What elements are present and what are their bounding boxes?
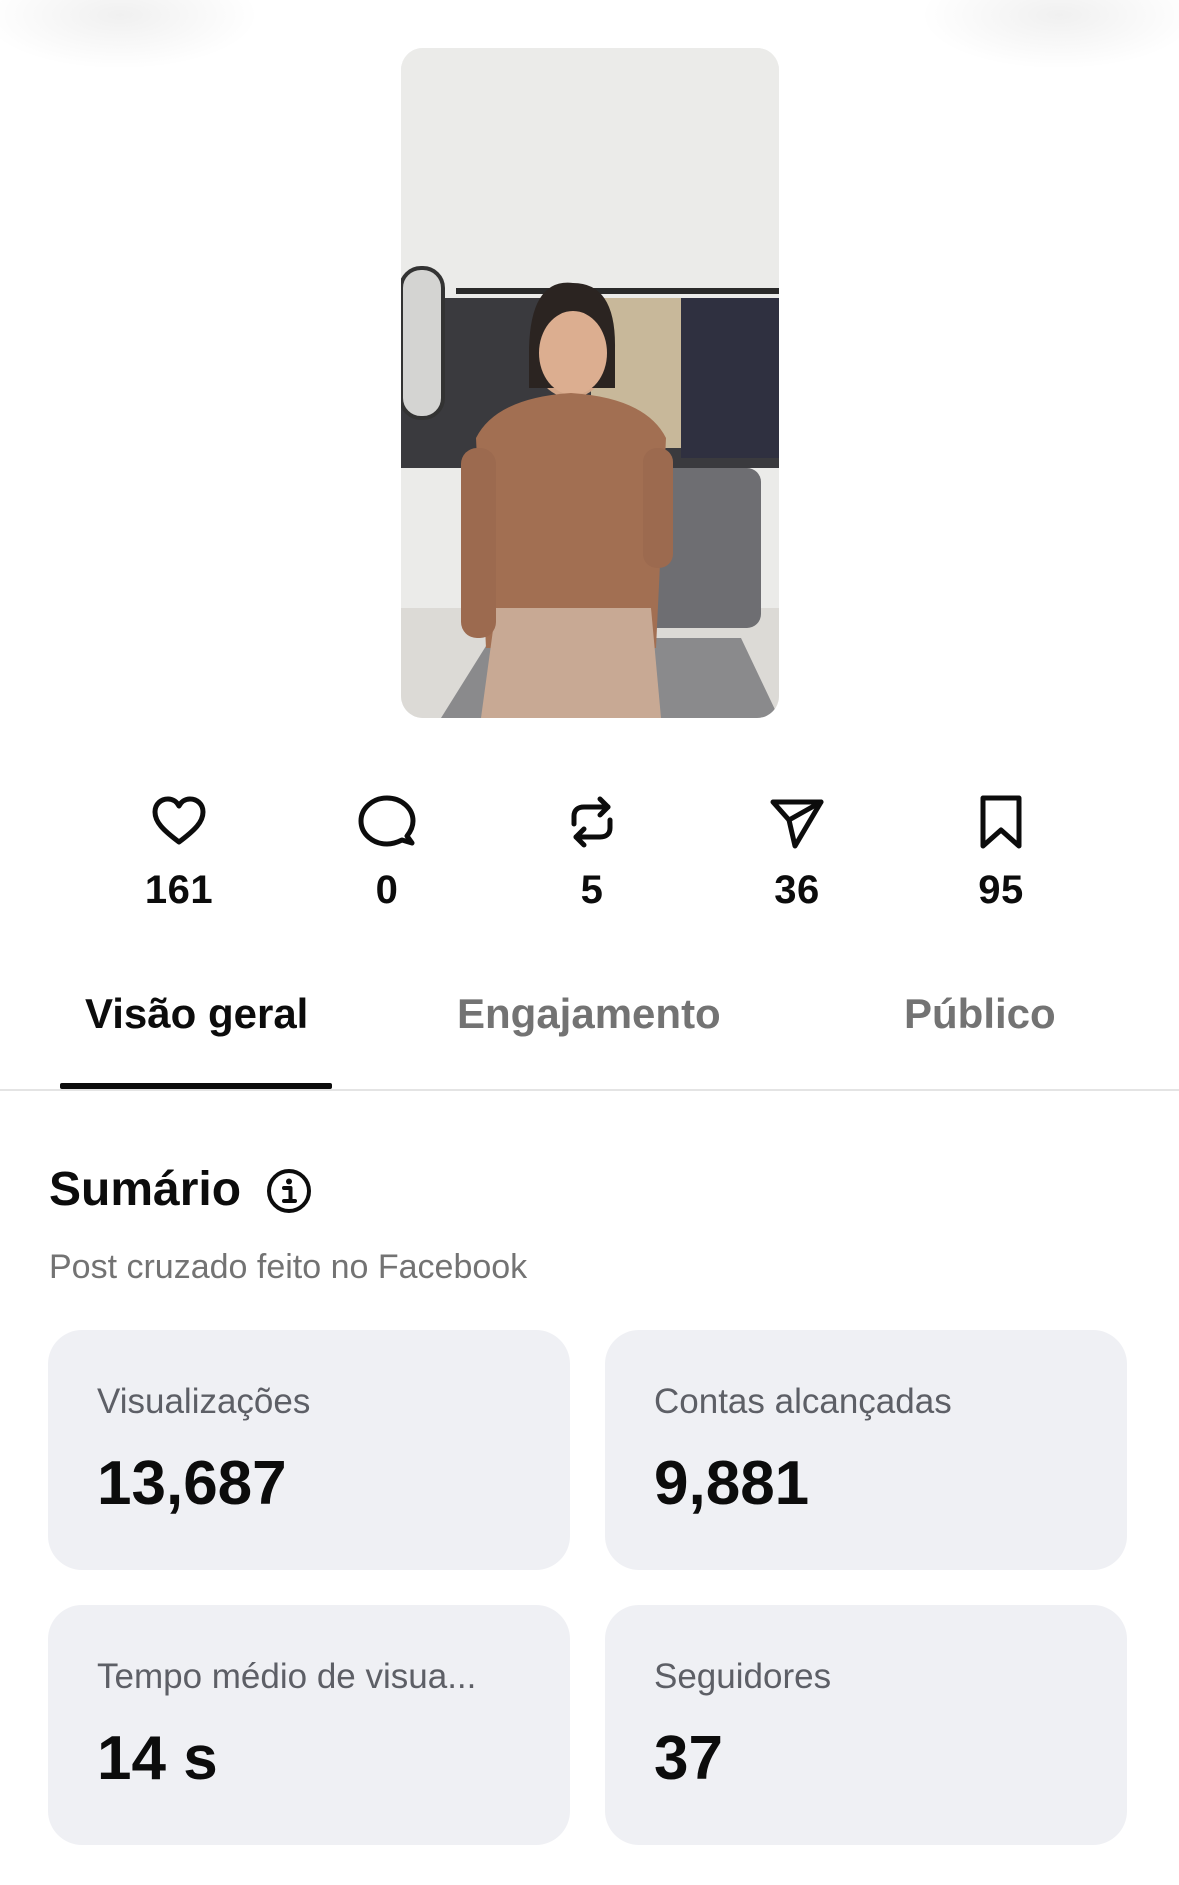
card-value: 14 s [97, 1724, 218, 1793]
watch-time-card[interactable]: Tempo médio de visua... 14 s [48, 1605, 570, 1845]
summary-title: Sumário [49, 1163, 242, 1216]
share-icon [770, 799, 824, 849]
reposts-count: 5 [580, 868, 604, 912]
tab-audience[interactable]: Público [904, 990, 1056, 1038]
saves-stat[interactable]: 95 [926, 790, 1076, 913]
summary-subtitle: Post cruzado feito no Facebook [49, 1248, 528, 1286]
likes-stat[interactable]: 161 [104, 790, 254, 913]
tab-overview[interactable]: Visão geral [85, 990, 308, 1038]
reel-thumbnail[interactable] [401, 48, 779, 718]
card-label: Tempo médio de visua... [97, 1657, 477, 1696]
card-value: 9,881 [654, 1449, 810, 1518]
info-icon[interactable] [265, 1167, 313, 1215]
engagement-stats: 161 0 5 36 95 [0, 790, 1179, 940]
top-shadow [0, 0, 260, 70]
insights-tabs: Visão geral Engajamento Público [0, 990, 1179, 1090]
reposts-stat[interactable]: 5 [517, 790, 667, 913]
repost-icon [571, 796, 613, 848]
followers-card[interactable]: Seguidores 37 [605, 1605, 1127, 1845]
shares-count: 36 [774, 868, 820, 912]
views-card[interactable]: Visualizações 13,687 [48, 1330, 570, 1570]
heart-icon [152, 796, 206, 845]
likes-count: 161 [144, 868, 214, 912]
top-shadow [919, 0, 1179, 70]
comments-count: 0 [375, 868, 399, 912]
tab-engagement[interactable]: Engajamento [457, 990, 721, 1038]
comments-stat[interactable]: 0 [312, 790, 462, 913]
thumbnail-image [401, 48, 779, 718]
card-value: 37 [654, 1724, 723, 1793]
reach-card[interactable]: Contas alcançadas 9,881 [605, 1330, 1127, 1570]
card-label: Seguidores [654, 1657, 832, 1696]
card-label: Contas alcançadas [654, 1382, 952, 1421]
saves-count: 95 [978, 868, 1024, 912]
bookmark-icon [980, 795, 1022, 849]
tabs-divider [0, 1089, 1179, 1091]
card-value: 13,687 [97, 1449, 287, 1518]
card-label: Visualizações [97, 1382, 311, 1421]
comment-icon [358, 795, 416, 847]
shares-stat[interactable]: 36 [722, 790, 872, 913]
